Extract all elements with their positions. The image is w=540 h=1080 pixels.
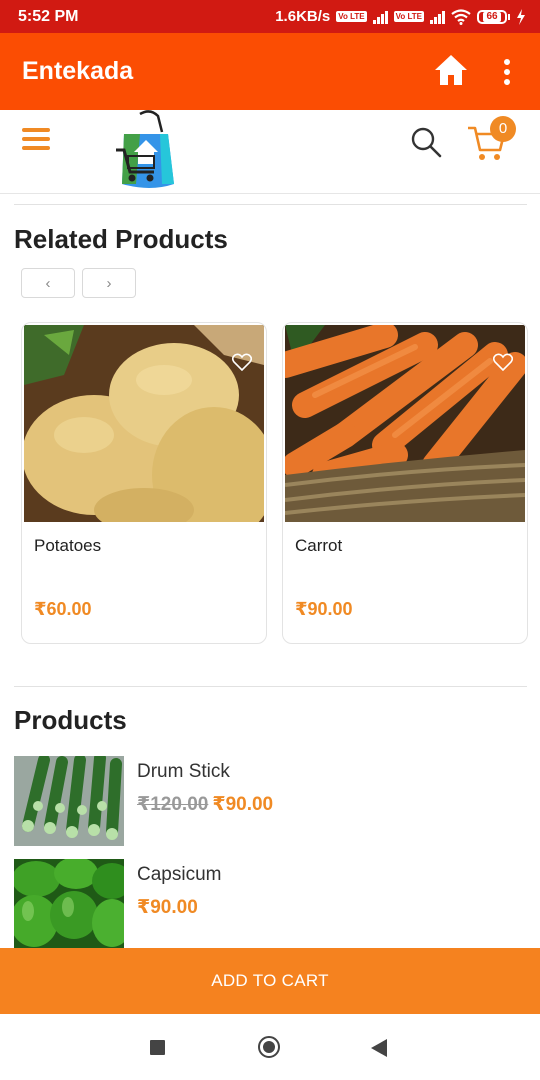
product-name: Capsicum: [137, 864, 222, 885]
volte-badge-2: Vo LTE: [393, 11, 424, 22]
product-name: Carrot: [295, 536, 343, 555]
status-indicators: 1.6KB/s Vo LTE Vo LTE 66: [275, 8, 526, 25]
recents-icon[interactable]: [150, 1040, 165, 1055]
charging-icon: [517, 8, 525, 25]
signal-icon: [372, 10, 388, 24]
product-name: Drum Stick: [137, 761, 230, 782]
product-price: ₹90.00: [212, 794, 274, 815]
logo: [116, 110, 174, 188]
product-name: Potatoes: [34, 536, 102, 555]
divider: [14, 204, 527, 205]
network-speed: 1.6KB/s: [275, 8, 331, 25]
product-prices: ₹120.00 ₹90.00: [137, 793, 273, 816]
status-time: 5:52 PM: [18, 7, 79, 25]
search-icon[interactable]: [410, 126, 442, 158]
cart-count-badge: 0: [490, 116, 516, 142]
wishlist-heart-icon[interactable]: [493, 353, 513, 371]
divider: [14, 686, 527, 687]
menu-icon[interactable]: [22, 128, 50, 150]
app-bar: Entekada: [0, 33, 540, 110]
product-prices: ₹90.00: [137, 896, 198, 919]
battery-level: 66: [483, 11, 501, 22]
product-old-price: ₹120.00: [137, 794, 209, 815]
list-item-capsicum[interactable]: Capsicum ₹90.00: [14, 859, 514, 951]
carousel-prev-button[interactable]: ‹: [21, 268, 75, 298]
potatoes-image: [24, 325, 264, 522]
capsicum-image: [14, 859, 124, 949]
volte-badge: Vo LTE: [336, 11, 367, 22]
product-card-potatoes[interactable]: Potatoes ₹60.00: [21, 322, 267, 644]
carrots-image: [285, 325, 525, 522]
list-item-drum-stick[interactable]: Drum Stick ₹120.00 ₹90.00: [14, 756, 514, 848]
carousel-next-button[interactable]: ›: [82, 268, 136, 298]
home-icon[interactable]: [433, 53, 469, 87]
home-nav-icon[interactable]: [258, 1036, 280, 1058]
product-card-carrot[interactable]: Carrot ₹90.00: [282, 322, 528, 644]
products-title: Products: [14, 705, 127, 735]
more-vert-icon[interactable]: [503, 59, 511, 85]
battery-icon: 66: [477, 9, 510, 24]
store-header: [0, 110, 540, 194]
signal-icon-2: [430, 10, 445, 24]
product-price: ₹90.00: [137, 897, 198, 918]
wifi-icon: [451, 8, 471, 25]
product-price: ₹90.00: [295, 599, 353, 619]
system-nav-bar: [0, 1014, 540, 1080]
product-price: ₹60.00: [34, 599, 92, 619]
back-icon[interactable]: [371, 1039, 387, 1057]
add-to-cart-button[interactable]: ADD TO CART: [0, 948, 540, 1014]
drumstick-image: [14, 756, 124, 846]
status-bar: 5:52 PM 1.6KB/s Vo LTE Vo LTE 66: [0, 0, 540, 33]
wishlist-heart-icon[interactable]: [232, 353, 252, 371]
related-products-title: Related Products: [14, 224, 228, 254]
